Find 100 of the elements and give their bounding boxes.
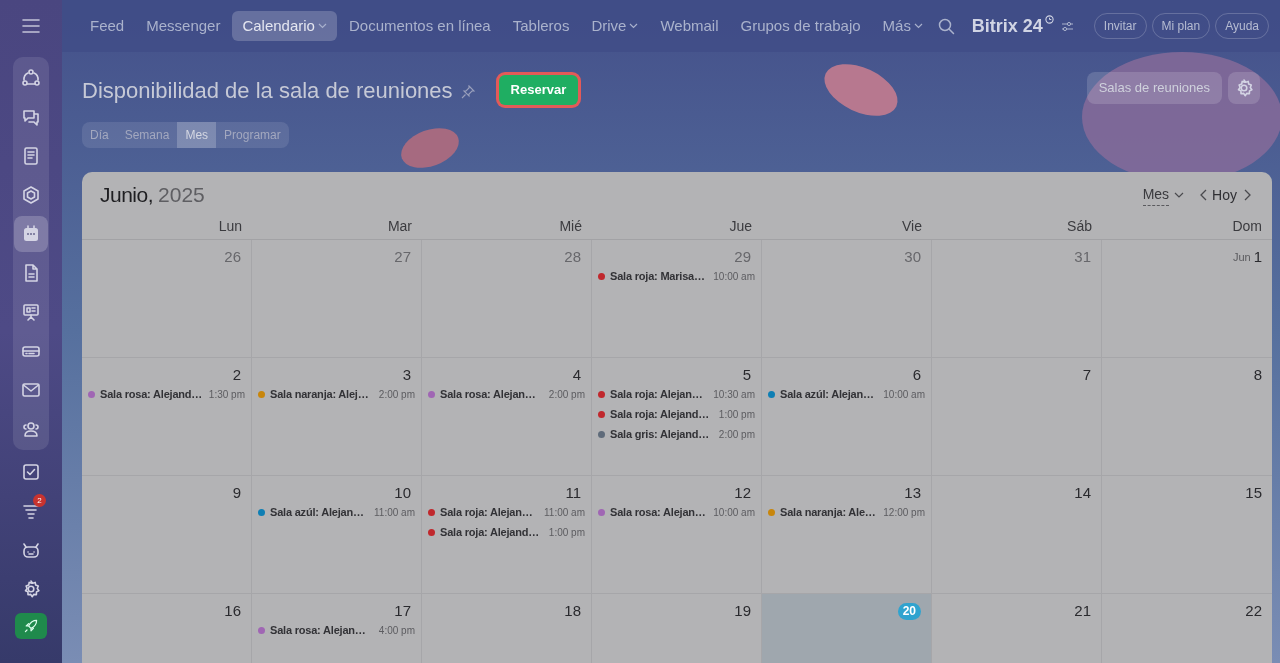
robot-icon xyxy=(21,540,41,560)
event-time: 10:00 am xyxy=(713,506,755,520)
event-title[interactable]: Sala rosa: Alejan… xyxy=(440,386,536,403)
nav-tab[interactable]: Webmail xyxy=(650,11,729,41)
rocket-icon xyxy=(23,618,39,634)
weekday-label: Mar xyxy=(387,217,412,236)
day-number: 18 xyxy=(564,600,581,621)
event-time: 4:00 pm xyxy=(378,624,415,638)
day-number: 12 xyxy=(734,482,751,503)
day-number: 11 xyxy=(565,482,581,503)
day-number: 3 xyxy=(402,364,411,385)
day-number: 8 xyxy=(1253,364,1262,385)
day-number: 15 xyxy=(1245,482,1262,503)
event-title[interactable]: Sala roja: Marisa… xyxy=(610,268,705,285)
chat-icon xyxy=(21,107,41,127)
event-time: 1:30 pm xyxy=(208,388,245,402)
calendar-icon xyxy=(21,224,41,244)
view-selector[interactable]: Mes xyxy=(1142,184,1185,206)
day-number: 29 xyxy=(734,246,751,267)
pin-icon xyxy=(460,85,475,99)
checkbox-icon xyxy=(21,462,41,482)
event-time: 11:00 am xyxy=(374,506,415,520)
event-time: 1:00 pm xyxy=(548,526,585,540)
event-title[interactable]: Sala rosa: Alejan… xyxy=(610,504,706,521)
event-time: 1:00 pm xyxy=(718,408,755,422)
day-number: 10 xyxy=(394,482,411,503)
weekday-label: Lun xyxy=(218,217,242,236)
weekday-label: Vie xyxy=(902,217,922,236)
day-number: 21 xyxy=(1074,600,1091,621)
flow-icon xyxy=(21,68,41,88)
day-number: 22 xyxy=(1245,600,1262,621)
day-number: 30 xyxy=(904,246,921,267)
sidebar-item[interactable] xyxy=(14,216,48,252)
event-title[interactable]: Sala azúl: Alejan… xyxy=(270,504,364,521)
clock-icon xyxy=(1044,14,1054,24)
event-title[interactable]: Sala naranja: Ale… xyxy=(780,504,876,521)
day-number: 1 xyxy=(1253,246,1262,267)
event-time: 2:00 pm xyxy=(548,388,585,402)
day-number: 31 xyxy=(1074,246,1091,267)
event-title[interactable]: Sala roja: Alejand… xyxy=(610,406,710,423)
event-time: 2:00 pm xyxy=(718,428,755,442)
chevron-down-icon xyxy=(1174,192,1185,198)
day-number: 28 xyxy=(564,246,581,267)
nav-tab[interactable]: Grupos de trabajo xyxy=(730,11,871,41)
day-number: 7 xyxy=(1082,364,1091,385)
event-title[interactable]: Sala rosa: Alejand… xyxy=(100,386,203,403)
weekday-label: Mié xyxy=(559,217,582,236)
view-tab[interactable]: Mes xyxy=(177,122,217,148)
day-number: 20 xyxy=(897,602,921,620)
presentation-icon xyxy=(21,302,41,322)
day-number: 2 xyxy=(232,364,241,385)
nav-tab[interactable]: Tableros xyxy=(502,11,580,41)
nav-tab[interactable]: Feed xyxy=(80,11,135,41)
settings-button[interactable] xyxy=(1228,72,1260,104)
nav-tab[interactable]: Messenger xyxy=(136,11,231,41)
day-number: 6 xyxy=(912,364,921,385)
today-button[interactable]: Hoy xyxy=(1212,184,1237,206)
news-icon xyxy=(21,146,41,166)
day-number: 4 xyxy=(572,364,581,385)
nav-tab[interactable]: Documentos en línea xyxy=(338,11,501,41)
month-prefix: Jun xyxy=(1232,249,1251,265)
event-time: 10:00 am xyxy=(883,388,925,402)
nav-tab[interactable]: Drive xyxy=(581,11,649,41)
day-number: 14 xyxy=(1074,482,1091,503)
reserve-button[interactable]: Reservar xyxy=(498,75,579,105)
day-number: 16 xyxy=(224,600,241,621)
rocket-button[interactable] xyxy=(15,613,47,639)
page-title: Disponibilidad de la sala de reuniones xyxy=(82,76,453,105)
event-title[interactable]: Sala azúl: Alejan… xyxy=(780,386,874,403)
mail-icon xyxy=(21,380,41,400)
event-time: 11:00 am xyxy=(544,506,585,520)
nav-tab[interactable]: Más xyxy=(872,11,933,41)
weekday-label: Dom xyxy=(1232,217,1262,236)
logo-text: Bitrix xyxy=(971,14,1018,38)
year-label: 2025 xyxy=(158,182,205,209)
event-title[interactable]: Sala naranja: Alej… xyxy=(270,386,369,403)
notification-badge: 2 xyxy=(33,494,46,507)
day-number: 9 xyxy=(232,482,241,503)
day-number: 27 xyxy=(394,246,411,267)
logo-number: 24 xyxy=(1022,14,1043,38)
month-label: Junio, xyxy=(100,182,154,209)
rooms-button[interactable]: Salas de reuniones xyxy=(1086,72,1222,104)
day-number: 26 xyxy=(224,246,241,267)
weekday-label: Jue xyxy=(729,217,752,236)
event-time: 12:00 pm xyxy=(883,506,925,520)
day-number: 5 xyxy=(742,364,751,385)
event-title[interactable]: Sala gris: Alejand… xyxy=(610,426,710,443)
weekday-label: Sáb xyxy=(1067,217,1092,236)
event-time: 10:00 am xyxy=(713,270,755,284)
event-title[interactable]: Sala roja: Alejand… xyxy=(440,524,540,541)
day-number: 19 xyxy=(734,600,751,621)
event-title[interactable]: Sala rosa: Alejan… xyxy=(270,622,366,639)
day-number: 17 xyxy=(394,600,411,621)
hexagon-icon xyxy=(21,185,41,205)
sidebar-item[interactable]: 2 xyxy=(14,493,48,529)
people-icon xyxy=(21,419,41,439)
nav-tab[interactable]: Calendario xyxy=(232,11,337,41)
event-time: 2:00 pm xyxy=(378,388,415,402)
event-title[interactable]: Sala roja: Alejan… xyxy=(610,386,703,403)
event-title[interactable]: Sala roja: Alejan… xyxy=(440,504,533,521)
